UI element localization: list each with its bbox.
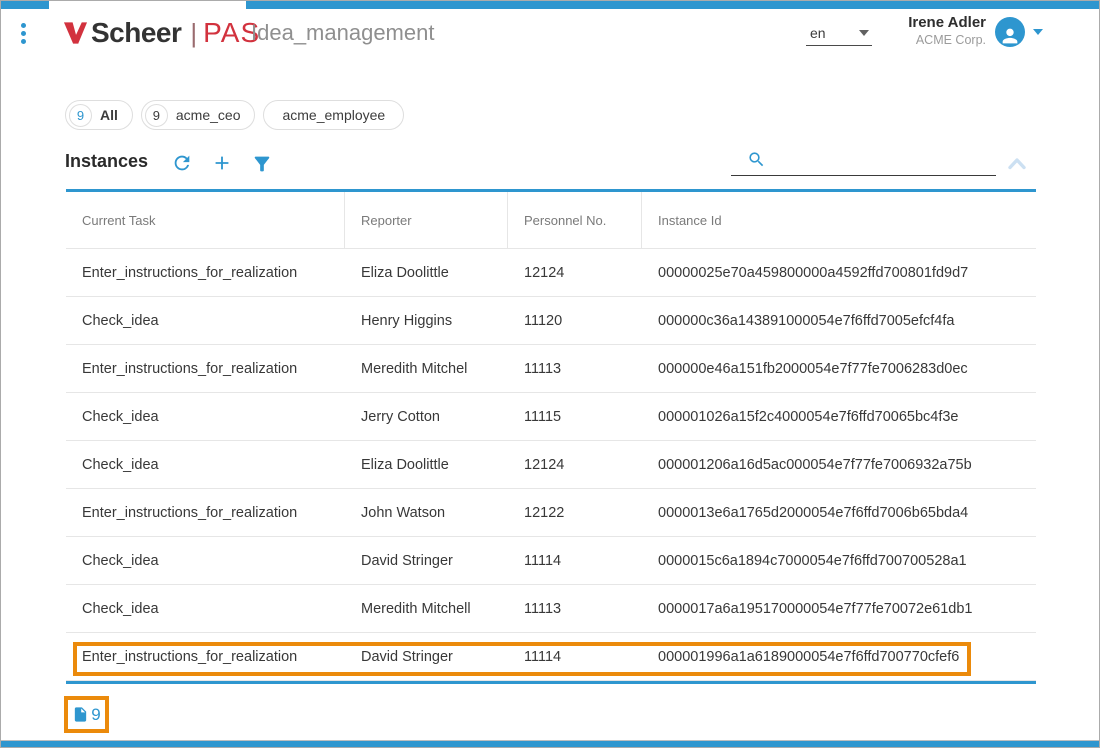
filter-button[interactable] — [251, 153, 273, 175]
cell-reporter: Meredith Mitchell — [345, 585, 508, 632]
bottom-accent-bar — [1, 740, 1099, 747]
cell-instance-id: 0000015c6a1894c7000054e7f6ffd700700528a1 — [642, 537, 1036, 584]
brand-name: Scheer — [91, 17, 181, 49]
result-count-box[interactable]: 9 — [64, 696, 109, 733]
language-value: en — [810, 25, 826, 41]
cell-current-task: Check_idea — [66, 441, 345, 488]
table-row-highlighted[interactable]: Enter_instructions_for_realization David… — [66, 633, 1036, 681]
cell-current-task: Enter_instructions_for_realization — [66, 249, 345, 296]
cell-current-task: Check_idea — [66, 297, 345, 344]
refresh-button[interactable] — [171, 152, 193, 174]
person-icon — [999, 25, 1021, 47]
cell-instance-id: 000001996a1a6189000054e7f6ffd700770cfef6 — [642, 633, 1036, 680]
app-title: Idea_management — [251, 20, 434, 46]
role-filter-chips: 9 All 9 acme_ceo acme_employee — [65, 100, 404, 130]
cell-instance-id: 0000013e6a1765d2000054e7f6ffd7006b65bda4 — [642, 489, 1036, 536]
scheer-logo-mark — [63, 20, 88, 46]
cell-current-task: Enter_instructions_for_realization — [66, 489, 345, 536]
table-row[interactable]: Enter_instructions_for_realization Eliza… — [66, 249, 1036, 297]
table-row[interactable]: Check_idea Henry Higgins 11120 000000c36… — [66, 297, 1036, 345]
cell-personnel-no: 11113 — [508, 345, 642, 392]
column-header-current-task[interactable]: Current Task — [66, 192, 345, 248]
plus-icon — [211, 152, 233, 174]
cell-reporter: John Watson — [345, 489, 508, 536]
top-accent-bar — [1, 1, 49, 9]
cell-personnel-no: 12122 — [508, 489, 642, 536]
collapse-panel-button[interactable] — [1007, 156, 1027, 171]
cell-current-task: Check_idea — [66, 537, 345, 584]
chevron-up-icon — [1007, 156, 1027, 171]
cell-current-task: Enter_instructions_for_realization — [66, 633, 345, 680]
cell-personnel-no: 11113 — [508, 585, 642, 632]
cell-instance-id: 00000025e70a459800000a4592ffd700801fd9d7 — [642, 249, 1036, 296]
cell-instance-id: 000000e46a151fb2000054e7f77fe7006283d0ec — [642, 345, 1036, 392]
user-name: Irene Adler — [846, 14, 986, 32]
cell-personnel-no: 11120 — [508, 297, 642, 344]
chip-all-label: All — [100, 107, 118, 123]
menu-kebab-icon[interactable] — [21, 23, 26, 44]
table-header-row: Current Task Reporter Personnel No. Inst… — [66, 192, 1036, 249]
table-row[interactable]: Check_idea David Stringer 11114 0000015c… — [66, 537, 1036, 585]
scheer-pas-logo: Scheer | PAS — [63, 15, 260, 51]
refresh-icon — [171, 152, 193, 174]
search-input[interactable] — [772, 153, 996, 169]
table-row[interactable]: Enter_instructions_for_realization Mered… — [66, 345, 1036, 393]
result-count: 9 — [91, 705, 100, 725]
chip-acme-employee[interactable]: acme_employee — [263, 100, 404, 130]
cell-personnel-no: 11114 — [508, 537, 642, 584]
cell-reporter: Eliza Doolittle — [345, 441, 508, 488]
cell-personnel-no: 12124 — [508, 249, 642, 296]
cell-instance-id: 000001206a16d5ac000054e7f77fe7006932a75b — [642, 441, 1036, 488]
chip-acme-ceo-count-badge: 9 — [145, 104, 168, 127]
cell-personnel-no: 11115 — [508, 393, 642, 440]
chip-all-count-badge: 9 — [69, 104, 92, 127]
top-accent-bar — [246, 1, 1099, 9]
cell-reporter: Meredith Mitchel — [345, 345, 508, 392]
document-page-icon — [72, 706, 89, 723]
cell-instance-id: 000000c36a143891000054e7f6ffd7005efcf4fa — [642, 297, 1036, 344]
search-field[interactable] — [731, 146, 996, 176]
column-header-reporter[interactable]: Reporter — [345, 192, 508, 248]
add-instance-button[interactable] — [211, 152, 233, 174]
cell-personnel-no: 11114 — [508, 633, 642, 680]
cell-reporter: David Stringer — [345, 633, 508, 680]
chip-acme-employee-label: acme_employee — [282, 107, 385, 123]
table-row[interactable]: Check_idea Eliza Doolittle 12124 0000012… — [66, 441, 1036, 489]
chip-acme-ceo-label: acme_ceo — [176, 107, 241, 123]
avatar[interactable] — [995, 17, 1025, 47]
app-window: Scheer | PAS Idea_management en Irene Ad… — [0, 0, 1100, 748]
cell-current-task: Check_idea — [66, 393, 345, 440]
chip-acme-ceo[interactable]: 9 acme_ceo — [141, 100, 256, 130]
section-title: Instances — [65, 151, 148, 172]
cell-current-task: Check_idea — [66, 585, 345, 632]
cell-instance-id: 0000017a6a195170000054e7f77fe70072e61db1 — [642, 585, 1036, 632]
instances-table: Current Task Reporter Personnel No. Inst… — [66, 189, 1036, 684]
table-row[interactable]: Enter_instructions_for_realization John … — [66, 489, 1036, 537]
cell-personnel-no: 12124 — [508, 441, 642, 488]
chip-all[interactable]: 9 All — [65, 100, 133, 130]
cell-reporter: Henry Higgins — [345, 297, 508, 344]
column-header-personnel-no[interactable]: Personnel No. — [508, 192, 642, 248]
table-row[interactable]: Check_idea Meredith Mitchell 11113 00000… — [66, 585, 1036, 633]
funnel-icon — [251, 153, 273, 175]
table-row[interactable]: Check_idea Jerry Cotton 11115 000001026a… — [66, 393, 1036, 441]
cell-instance-id: 000001026a15f2c4000054e7f6ffd70065bc4f3e — [642, 393, 1036, 440]
cell-reporter: Jerry Cotton — [345, 393, 508, 440]
user-menu-chevron-down-icon[interactable] — [1033, 29, 1043, 35]
user-organization: ACME Corp. — [846, 32, 986, 48]
column-header-instance-id[interactable]: Instance Id — [642, 192, 1036, 248]
logo-separator: | — [190, 18, 197, 49]
cell-reporter: David Stringer — [345, 537, 508, 584]
cell-current-task: Enter_instructions_for_realization — [66, 345, 345, 392]
search-icon — [747, 150, 766, 169]
user-info: Irene Adler ACME Corp. — [846, 14, 986, 48]
cell-reporter: Eliza Doolittle — [345, 249, 508, 296]
